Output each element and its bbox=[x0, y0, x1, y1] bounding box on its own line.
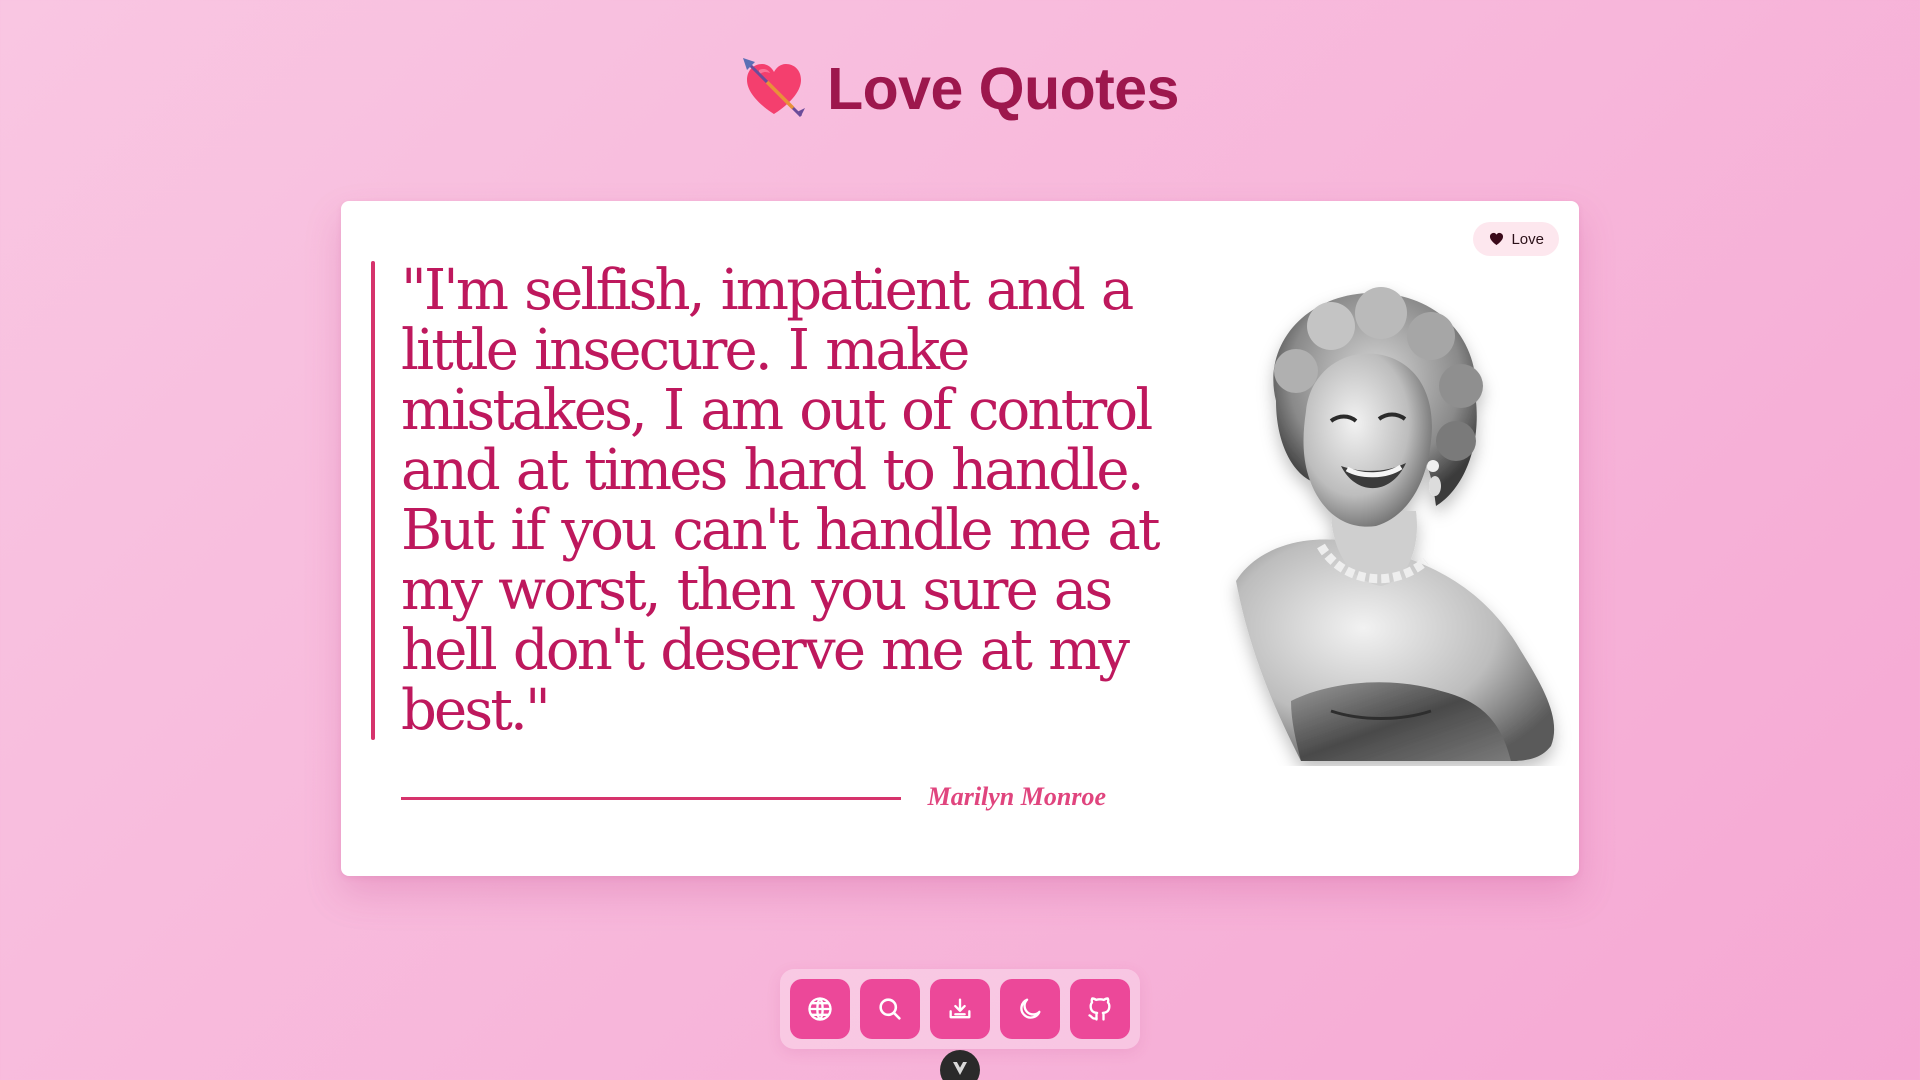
download-icon bbox=[949, 998, 971, 1019]
quote-card: Love "I'm selfish, impatient and a littl… bbox=[341, 201, 1579, 876]
author-portrait bbox=[1236, 287, 1555, 761]
quote-text: "I'm selfish, impatient and a little ins… bbox=[401, 258, 1160, 743]
category-badge[interactable]: Love bbox=[1473, 222, 1559, 256]
moon-icon bbox=[1020, 998, 1041, 1019]
author-divider bbox=[401, 797, 901, 800]
search-icon bbox=[879, 998, 901, 1020]
github-button[interactable] bbox=[1070, 979, 1130, 1039]
page-title: Love Quotes bbox=[827, 55, 1179, 122]
dark-mode-toggle[interactable] bbox=[1000, 979, 1060, 1039]
search-button[interactable] bbox=[860, 979, 920, 1039]
vue-logo-icon bbox=[953, 1062, 967, 1075]
quote-accent-bar bbox=[371, 261, 375, 740]
heart-icon bbox=[1490, 232, 1504, 246]
language-button[interactable] bbox=[790, 979, 850, 1039]
globe-icon bbox=[808, 997, 832, 1021]
heart-with-arrow-icon bbox=[743, 58, 806, 118]
page-header: Love Quotes bbox=[0, 56, 1920, 122]
github-icon bbox=[1088, 997, 1111, 1021]
bottom-toolbar bbox=[780, 969, 1140, 1049]
vue-devtools-toggle[interactable] bbox=[940, 1050, 980, 1080]
author-name: Marilyn Monroe bbox=[927, 782, 1106, 811]
badge-label: Love bbox=[1511, 230, 1544, 248]
download-button[interactable] bbox=[930, 979, 990, 1039]
